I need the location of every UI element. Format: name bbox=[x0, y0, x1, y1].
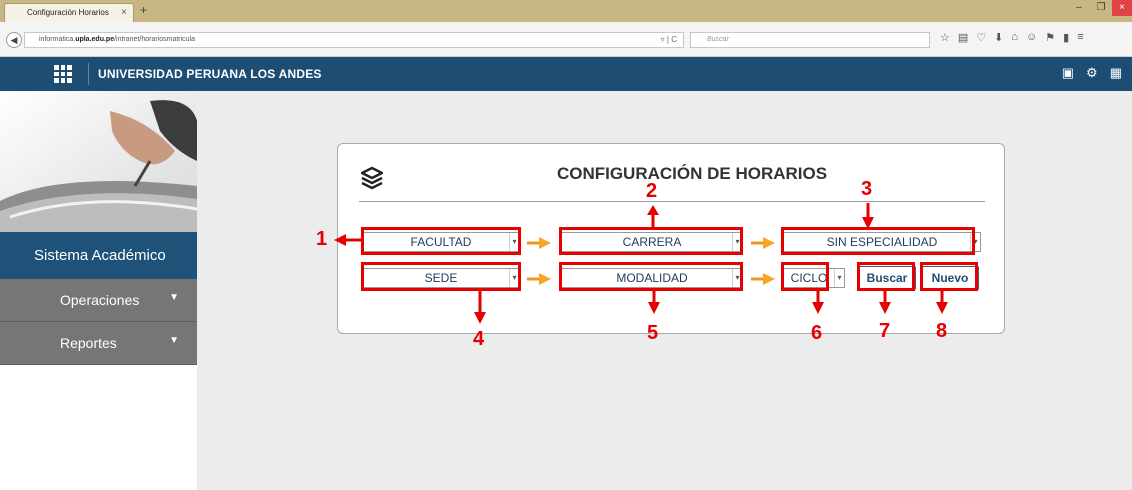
tab-close-icon[interactable]: × bbox=[121, 7, 127, 18]
browser-tab[interactable]: Configuración Horarios × bbox=[4, 3, 134, 22]
arrow-right-icon bbox=[527, 237, 551, 249]
arrow-right-icon bbox=[527, 273, 551, 285]
header-separator bbox=[88, 63, 89, 85]
annotation-number-6: 6 bbox=[811, 322, 823, 344]
annotation-number-7: 7 bbox=[879, 320, 891, 342]
chat-icon[interactable]: ☺ bbox=[1026, 31, 1037, 44]
annotation-number-5: 5 bbox=[647, 322, 659, 344]
toolbar-icons: ☆ ▤ ♡ ⬇ ⌂ ☺ ⚑ ▮ ≡ bbox=[940, 31, 1084, 44]
annotation-arrow-5 bbox=[648, 290, 660, 314]
battery-icon[interactable]: ▮ bbox=[1063, 31, 1069, 44]
chevron-down-icon: ▾ bbox=[834, 269, 844, 287]
sidebar-item-label: Operaciones bbox=[60, 292, 140, 308]
sidebar: Sistema Académico Operaciones ▼ Reportes… bbox=[0, 91, 197, 490]
annotation-arrow-8 bbox=[936, 290, 948, 314]
sidebar-banner-image bbox=[0, 91, 197, 232]
home-icon[interactable]: ⌂ bbox=[1011, 31, 1018, 44]
annotation-number-3: 3 bbox=[861, 178, 873, 200]
download-icon[interactable]: ⬇ bbox=[994, 31, 1003, 44]
sidebar-item-label: Reportes bbox=[60, 335, 117, 351]
url-domain: upla.edu.pe bbox=[75, 36, 115, 43]
window-controls: – ❐ × bbox=[1068, 0, 1132, 16]
new-tab-button[interactable]: + bbox=[140, 3, 147, 17]
annotation-box-8 bbox=[920, 262, 978, 291]
chevron-down-icon: ▼ bbox=[169, 335, 179, 346]
reading-list-icon[interactable]: ▤ bbox=[958, 31, 968, 44]
minimize-button[interactable]: – bbox=[1068, 0, 1090, 16]
annotation-number-1: 1 bbox=[316, 228, 328, 250]
menu-icon[interactable]: ≡ bbox=[1077, 31, 1083, 44]
browser-nav-bar: ◀ informatica.upla.edu.pe/intranet/horar… bbox=[0, 22, 1132, 57]
settings-gear-icon[interactable]: ⚙ bbox=[1086, 65, 1098, 81]
arrow-right-icon bbox=[751, 273, 775, 285]
chevron-down-icon: ▼ bbox=[169, 292, 179, 303]
url-path: /intranet/horariosmatricula bbox=[114, 36, 196, 43]
annotation-arrow-2 bbox=[647, 205, 659, 229]
tab-title: Configuración Horarios bbox=[27, 8, 109, 17]
bookmark-star-icon[interactable]: ☆ bbox=[940, 31, 950, 44]
annotation-arrow-4 bbox=[474, 290, 486, 324]
reload-icon[interactable]: ▿ | C bbox=[661, 35, 677, 44]
pocket-icon[interactable]: ♡ bbox=[976, 31, 986, 44]
annotation-number-2: 2 bbox=[646, 180, 658, 202]
annotation-box-3 bbox=[781, 227, 975, 255]
close-window-button[interactable]: × bbox=[1112, 0, 1132, 16]
annotation-arrow-1 bbox=[334, 234, 364, 246]
back-icon[interactable]: ◀ bbox=[6, 32, 22, 48]
sidebar-system-label[interactable]: Sistema Académico bbox=[0, 232, 197, 279]
annotation-box-5 bbox=[559, 262, 743, 291]
search-placeholder: Buscar bbox=[707, 36, 729, 43]
apps-grid-icon[interactable] bbox=[54, 65, 72, 83]
extension-icon[interactable]: ⚑ bbox=[1045, 31, 1055, 44]
annotation-number-8: 8 bbox=[936, 320, 948, 342]
header-icons: ▣ ⚙ ▦ bbox=[1062, 65, 1122, 81]
address-bar[interactable]: informatica.upla.edu.pe/intranet/horario… bbox=[24, 32, 684, 48]
title-divider bbox=[359, 201, 985, 202]
maximize-button[interactable]: ❐ bbox=[1090, 0, 1112, 16]
annotation-arrow-7 bbox=[879, 290, 891, 314]
app-header: UNIVERSIDAD PERUANA LOS ANDES ▣ ⚙ ▦ bbox=[0, 57, 1132, 91]
annotation-box-2 bbox=[559, 227, 743, 255]
university-name: UNIVERSIDAD PERUANA LOS ANDES bbox=[98, 67, 322, 81]
annotation-box-4 bbox=[361, 262, 521, 291]
browser-tab-bar: Configuración Horarios × + – ❐ × bbox=[0, 0, 1132, 22]
sidebar-item-reportes[interactable]: Reportes ▼ bbox=[0, 322, 197, 365]
search-input[interactable]: Buscar bbox=[690, 32, 930, 48]
annotation-arrow-6 bbox=[812, 290, 824, 314]
user-profile-icon[interactable]: ▦ bbox=[1110, 65, 1122, 81]
page-title: CONFIGURACIÓN DE HORARIOS bbox=[556, 164, 828, 183]
annotation-arrow-3 bbox=[862, 203, 874, 229]
url-prefix: informatica. bbox=[39, 36, 76, 43]
annotation-box-1 bbox=[361, 227, 521, 255]
arrow-right-icon bbox=[751, 237, 775, 249]
annotation-box-6 bbox=[781, 262, 829, 291]
annotation-box-7 bbox=[857, 262, 915, 291]
sidebar-item-operaciones[interactable]: Operaciones ▼ bbox=[0, 279, 197, 322]
annotation-number-4: 4 bbox=[473, 328, 485, 350]
messages-icon[interactable]: ▣ bbox=[1062, 65, 1074, 81]
